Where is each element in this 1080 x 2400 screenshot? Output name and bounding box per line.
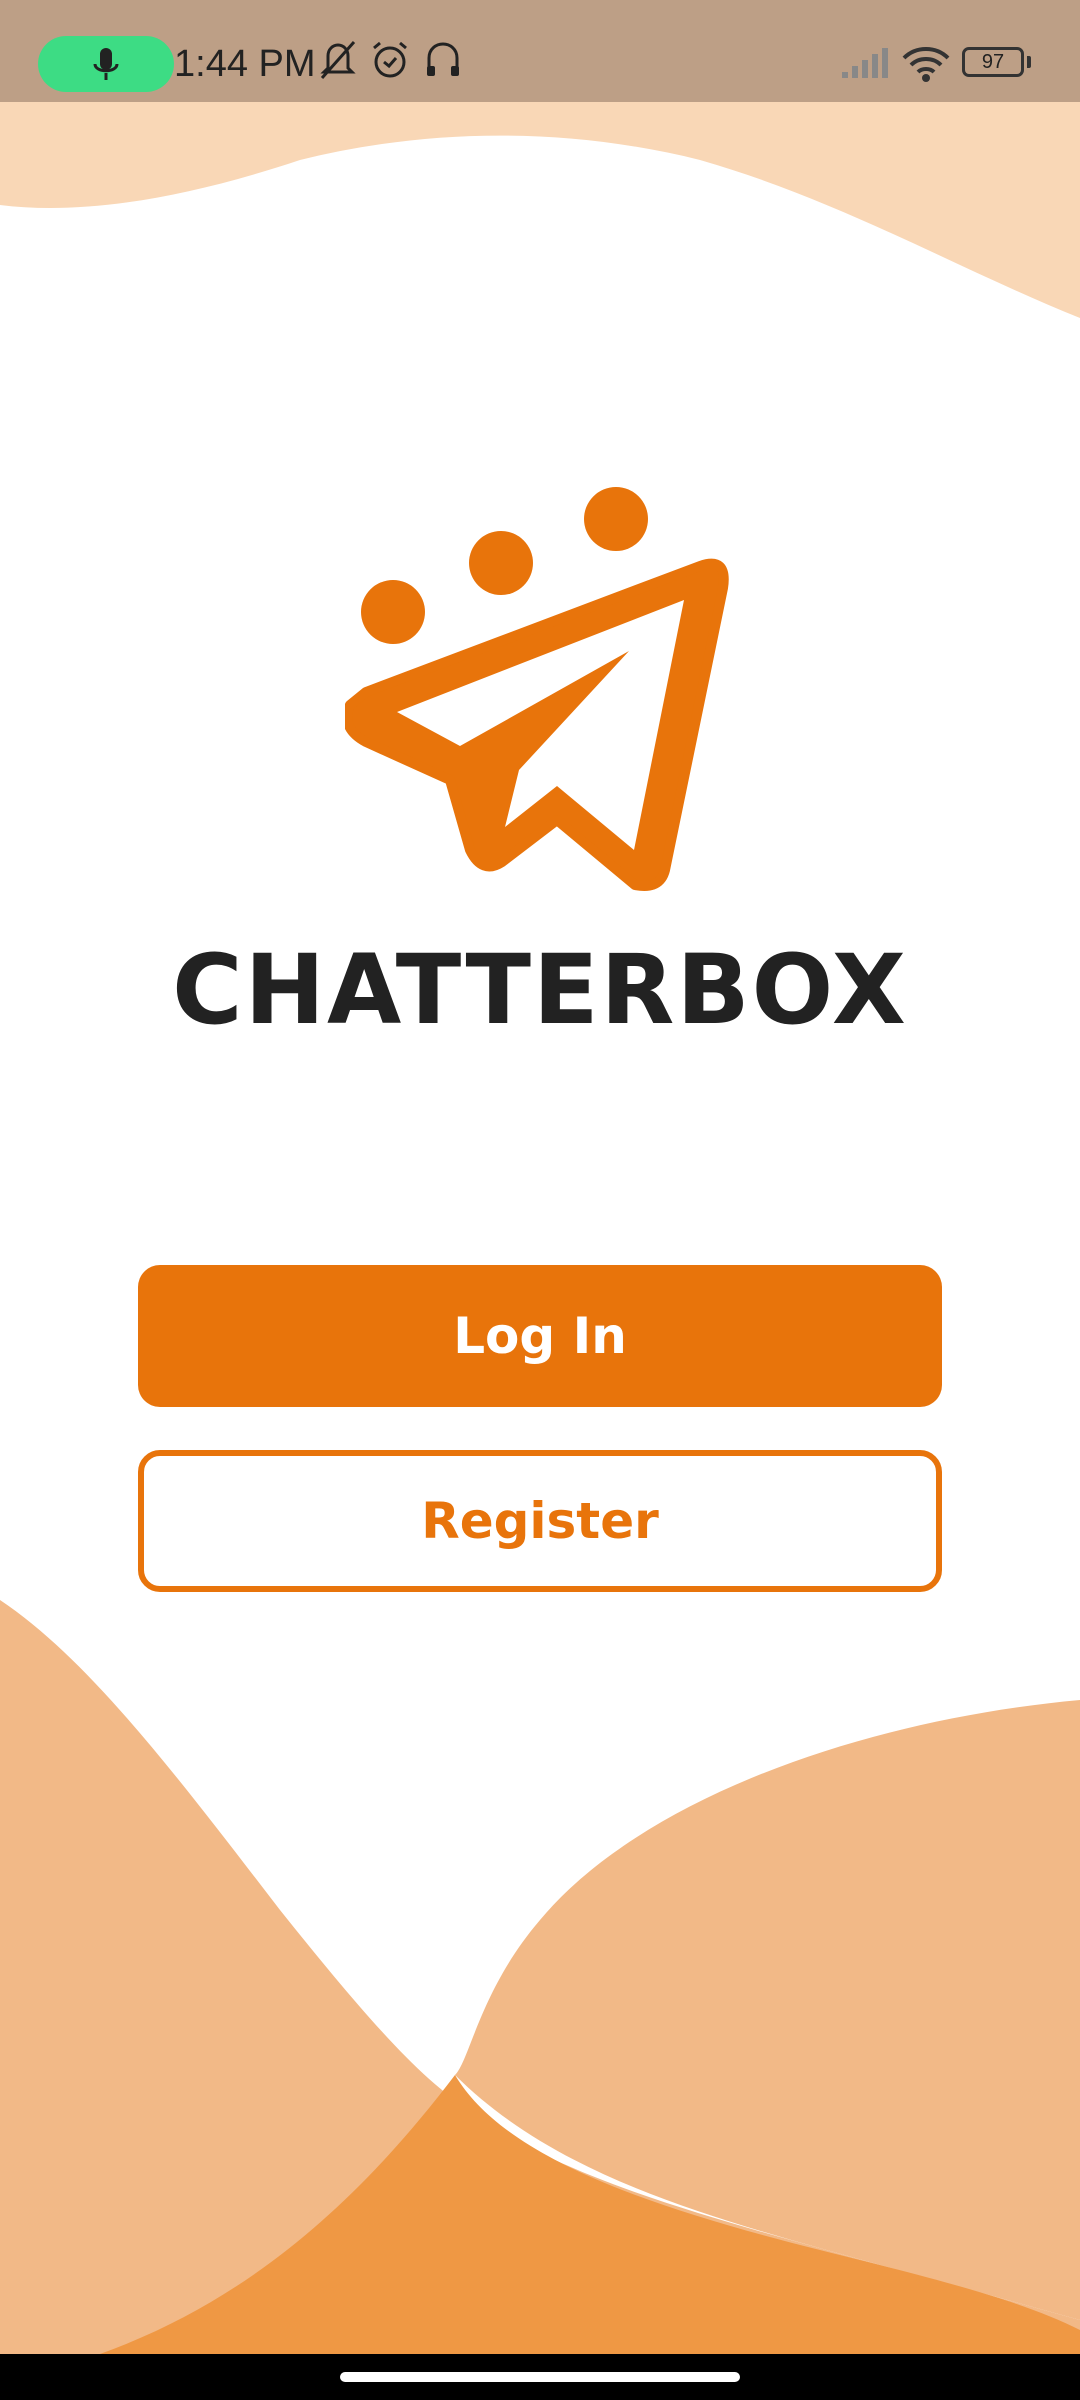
headset-icon [427,42,459,76]
wifi-icon [902,47,950,82]
welcome-screen: 1:44 PM 97 CHATTERBOX Log In Register [0,0,1080,2400]
battery-icon: 97 [962,47,1024,77]
status-bar: 1:44 PM 97 [0,0,1080,102]
signal-icon [842,48,888,78]
background-waves [0,100,1080,2354]
chatterbox-logo-icon [345,487,729,891]
battery-tip [1027,56,1031,68]
register-button[interactable]: Register [138,1450,942,1592]
top-wave [0,100,1080,318]
login-button[interactable]: Log In [138,1265,942,1407]
home-indicator[interactable] [340,2372,740,2382]
status-time: 1:44 PM [174,43,316,85]
brand-name: CHATTERBOX [172,934,908,1046]
mic-indicator[interactable] [38,36,174,92]
bell-off-icon [320,41,356,79]
mic-icon [93,48,119,80]
alarm-icon [373,41,407,78]
